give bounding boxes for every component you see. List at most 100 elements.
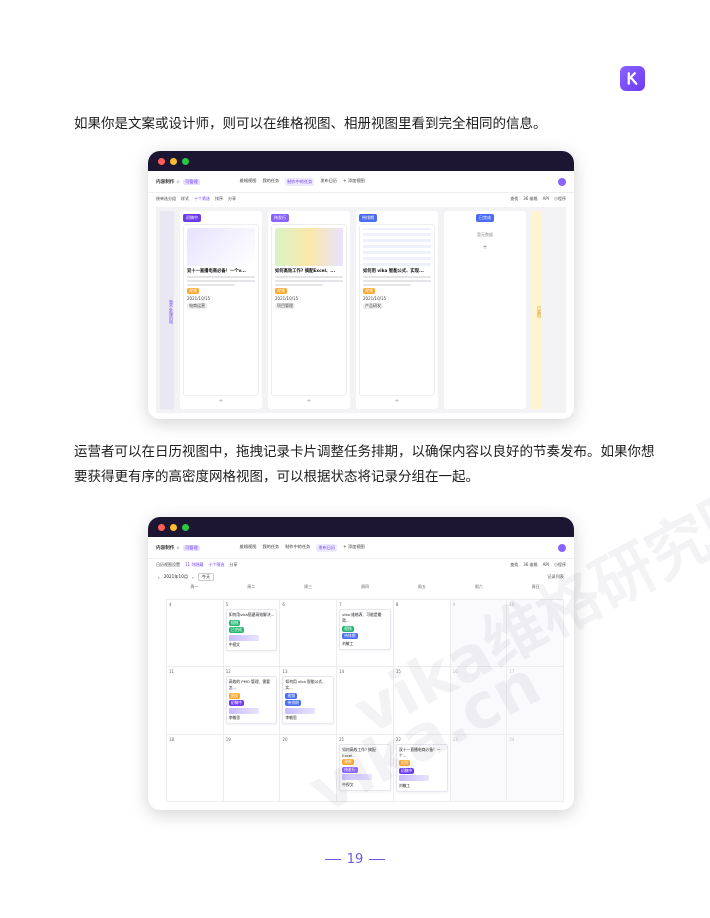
event-owner: 李敏思 bbox=[285, 715, 297, 721]
weekday-label: 周四 bbox=[360, 584, 369, 589]
card-category: 项目管理 bbox=[275, 303, 295, 309]
widget-button[interactable]: 小程序 bbox=[554, 562, 566, 568]
record-list-button[interactable]: 记录列表 bbox=[547, 574, 564, 580]
vika-count[interactable]: 36 维格 bbox=[523, 196, 537, 202]
day-cell[interactable]: 4 bbox=[167, 600, 224, 668]
card-cover bbox=[187, 228, 255, 266]
tab-in-progress[interactable]: 制作中的任务 bbox=[285, 177, 315, 186]
view-toolbar: 日历视图设置 11 列隐藏 十个筛选 分享 查找 36 维格 API 小程序 bbox=[148, 559, 574, 571]
tab-gallery[interactable]: 维格视图 bbox=[240, 178, 257, 186]
event-type: 视频 bbox=[398, 760, 411, 767]
app-header: 内容制作 ☆ 可管理 维格视图 我的任务 制作中的任务 发布日历 + 添加视图 bbox=[148, 537, 574, 559]
day-cell[interactable]: 22 双十一直播电商必备！一个... 视频 初稿中 刘敏工 bbox=[393, 734, 451, 802]
day-cell[interactable]: 9 bbox=[450, 600, 508, 668]
day-cell[interactable]: 15 bbox=[393, 667, 451, 735]
day-cell[interactable]: 12 高效的 PMO 管理、需要怎... 图文 初稿中 李敏思 bbox=[223, 667, 281, 735]
kanban-card[interactable]: 双十一直播电商必备！一个v... 视频 2021/10/15 电商运营 bbox=[183, 224, 259, 396]
weekday-label: 周六 bbox=[474, 584, 483, 589]
search-button[interactable]: 查找 bbox=[510, 196, 518, 202]
add-card-button[interactable]: + bbox=[271, 398, 347, 406]
filter-button[interactable]: 十个筛选 bbox=[194, 196, 210, 202]
event-title: 双十一直播电商必备！一个... bbox=[398, 746, 441, 758]
column-chip: 待发行 bbox=[271, 214, 289, 222]
event-status: 初稿中 bbox=[228, 700, 245, 707]
vika-count[interactable]: 36 维格 bbox=[523, 562, 537, 568]
today-button[interactable]: 今天 bbox=[197, 573, 215, 581]
day-cell[interactable]: 21 如何高效工作? 搞配Excel... 视频 待发行 中视文 bbox=[337, 734, 394, 802]
card-cover bbox=[275, 228, 343, 266]
day-cell[interactable]: 5 如何用vika搭建高效解决... 视频 已完成 中视文 bbox=[223, 600, 281, 668]
calendar-event[interactable]: 双十一直播电商必备！一个... 视频 初稿中 刘敏工 bbox=[395, 743, 448, 792]
datasheet-name: 内容制作 ☆ bbox=[156, 545, 181, 551]
view-tabs: 维格视图 我的任务 制作中的任务 发布日历 + 添加视图 bbox=[240, 543, 365, 552]
add-card-button[interactable]: + bbox=[359, 398, 435, 406]
add-card-button[interactable]: + bbox=[447, 244, 523, 251]
avatar[interactable] bbox=[558, 543, 566, 552]
event-thumb bbox=[228, 634, 259, 641]
event-type: 图文 bbox=[228, 692, 241, 699]
calendar-event[interactable]: 如何高效工作? 搞配Excel... 视频 待发行 中视文 bbox=[339, 743, 391, 791]
day-cell[interactable]: 16 bbox=[450, 667, 508, 735]
kanban-card[interactable]: 如何用 vika 智能公式、实现... 视频 2021/10/15 产品研发 bbox=[359, 224, 435, 396]
tab-calendar[interactable]: 发布日历 bbox=[320, 178, 337, 186]
event-type: 视频 bbox=[285, 692, 298, 699]
share-button[interactable]: 分享 bbox=[229, 562, 237, 568]
overdue-group-label[interactable]: 已超时 bbox=[532, 211, 542, 409]
day-cell[interactable]: 8 bbox=[393, 600, 451, 668]
calendar-event[interactable]: 如何用vika搭建高效解决... 视频 已完成 中视文 bbox=[225, 609, 278, 651]
event-title: 高效的 PMO 管理、需要怎... bbox=[228, 679, 271, 691]
day-cell[interactable]: 14 bbox=[337, 667, 394, 735]
api-button[interactable]: API bbox=[543, 562, 549, 568]
share-button[interactable]: 分享 bbox=[228, 196, 236, 202]
api-button[interactable]: API bbox=[543, 196, 549, 202]
day-cell[interactable]: 18 bbox=[167, 734, 224, 802]
day-cell[interactable]: 11 bbox=[167, 667, 224, 735]
tab-my-tasks[interactable]: 我的任务 bbox=[262, 178, 279, 186]
calendar-event[interactable]: 如何用 vika 智能公式、实... 视频 待排期 李敏思 bbox=[282, 676, 335, 725]
maximize-dot-icon bbox=[182, 157, 189, 165]
event-thumb bbox=[398, 775, 429, 782]
card-category: 电商运营 bbox=[187, 303, 207, 309]
close-dot-icon bbox=[158, 523, 165, 531]
sort-button[interactable]: 排序 bbox=[215, 196, 223, 202]
prev-month-icon[interactable]: ‹ bbox=[158, 575, 160, 580]
event-owner: 刘敏工 bbox=[398, 782, 411, 788]
event-type: 视频 bbox=[342, 625, 354, 632]
calendar-event[interactable]: 高效的 PMO 管理、需要怎... 图文 初稿中 李敏思 bbox=[225, 676, 278, 725]
tab-add-view[interactable]: + 添加视图 bbox=[343, 544, 365, 552]
search-button[interactable]: 查找 bbox=[510, 562, 518, 568]
day-cell[interactable]: 23 bbox=[450, 734, 508, 802]
day-cell[interactable]: 6 bbox=[280, 600, 338, 668]
group-button[interactable]: 按单选分组 bbox=[156, 196, 176, 202]
day-cell[interactable]: 24 bbox=[507, 734, 564, 802]
day-cell[interactable]: 19 bbox=[223, 734, 281, 802]
tab-add-view[interactable]: + 添加视图 bbox=[343, 178, 365, 186]
kanban-column-empty: 已完成 暂无数据 + bbox=[444, 211, 526, 409]
day-cell[interactable]: 17 bbox=[507, 667, 564, 735]
minimize-dot-icon bbox=[170, 523, 177, 531]
kanban-card[interactable]: 如何高效工作? 搞配Excel、... 视频 2021/10/15 项目管理 bbox=[271, 224, 347, 396]
tab-gallery[interactable]: 维格视图 bbox=[240, 544, 257, 552]
card-date: 2021/10/15 bbox=[363, 296, 387, 301]
avatar[interactable] bbox=[558, 177, 566, 186]
card-title: 双十一直播电商必备！一个v... bbox=[187, 269, 246, 274]
style-button[interactable]: 样式 bbox=[181, 196, 189, 202]
hidden-group-label[interactable]: 暂不处理的项 bbox=[160, 211, 174, 409]
page-number: 19 bbox=[346, 852, 364, 867]
filter-button[interactable]: 十个筛选 bbox=[208, 562, 224, 568]
add-card-button[interactable]: + bbox=[183, 398, 259, 406]
tab-my-tasks[interactable]: 我的任务 bbox=[262, 544, 279, 552]
day-cell[interactable]: 10 bbox=[507, 600, 564, 668]
calendar-event[interactable]: vika 维格表、可能是最简... 视频 待排期 刘敏工 bbox=[339, 609, 391, 650]
day-cell[interactable]: 20 bbox=[280, 734, 338, 802]
next-month-icon[interactable]: › bbox=[192, 575, 194, 580]
calendar-settings-button[interactable]: 日历视图设置 bbox=[156, 562, 180, 568]
tab-calendar[interactable]: 发布日历 bbox=[316, 543, 338, 552]
hidden-columns-button[interactable]: 11 列隐藏 bbox=[185, 562, 203, 568]
day-cell[interactable]: 13 如何用 vika 智能公式、实... 视频 待排期 李敏思 bbox=[280, 667, 338, 735]
widget-button[interactable]: 小程序 bbox=[554, 196, 566, 202]
tab-in-progress[interactable]: 制作中的任务 bbox=[285, 544, 310, 552]
day-cell[interactable]: 7 vika 维格表、可能是最简... 视频 待排期 刘敏工 bbox=[337, 600, 394, 668]
kanban-column: 初稿中 双十一直播电商必备！一个v... 视频 2021/10/15 电商运营 … bbox=[180, 211, 262, 409]
calendar-screenshot: 内容制作 ☆ 可管理 维格视图 我的任务 制作中的任务 发布日历 + 添加视图 … bbox=[148, 517, 574, 810]
